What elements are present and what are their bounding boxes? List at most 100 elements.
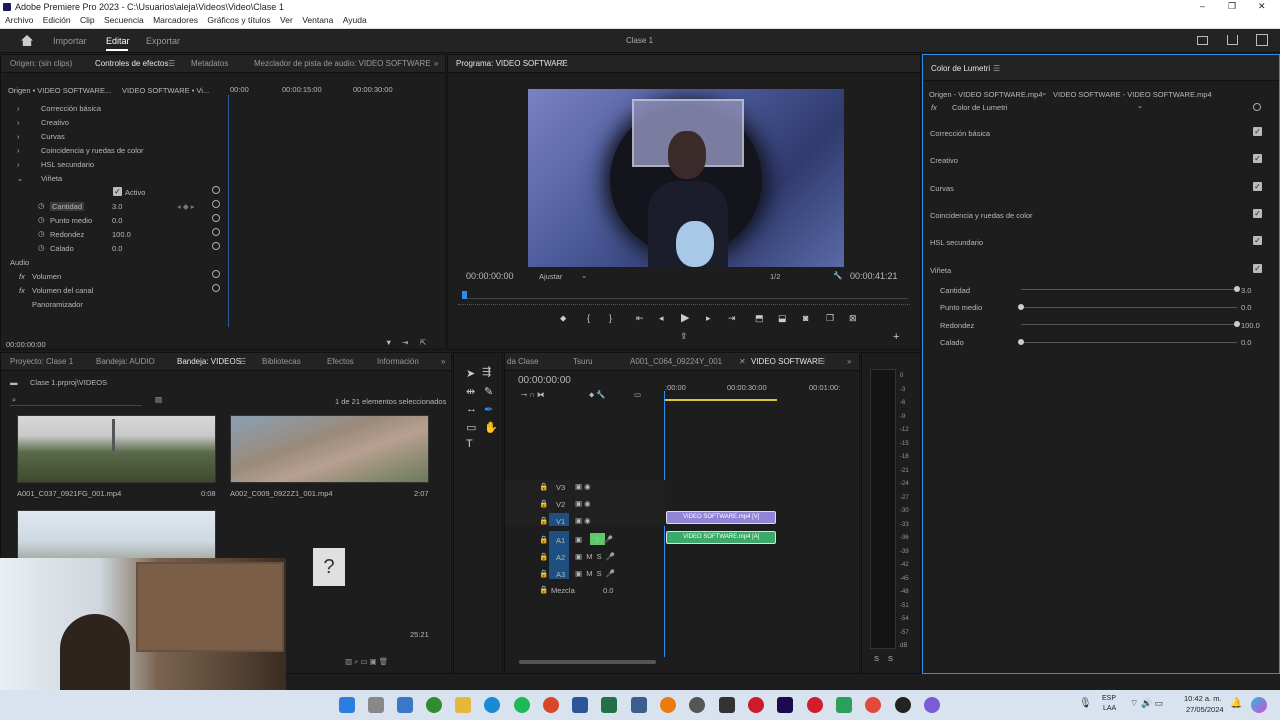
tab-bibliotecas[interactable]: Bibliotecas	[262, 357, 301, 366]
ec-section-creativo[interactable]: Creativo	[41, 118, 69, 127]
tab-mezclador[interactable]: Mezclador de pista de audio: VIDEO SOFTW…	[254, 59, 431, 68]
export-frame-icon[interactable]: ⇱	[420, 338, 426, 347]
menu-marcadores[interactable]: Marcadores	[153, 15, 198, 25]
stopwatch-icon[interactable]: ◷	[38, 229, 45, 238]
toolbar-icons[interactable]: ▥ ⌕ ▭ ▣ 🗑	[345, 657, 388, 667]
blender-icon[interactable]	[660, 697, 676, 713]
menu-edicion[interactable]: Edición	[43, 15, 71, 25]
chrome-icon[interactable]	[865, 697, 881, 713]
microphone-icon[interactable]: 🎙	[1079, 698, 1092, 709]
track-a1[interactable]: A1	[556, 536, 565, 545]
marker-tools-icon[interactable]: ⬥ 🔧	[589, 390, 606, 400]
mark-in-icon[interactable]: {	[587, 313, 590, 323]
program-video-frame[interactable]	[528, 89, 844, 267]
reset-icon[interactable]	[212, 270, 220, 278]
reset-icon[interactable]	[212, 186, 220, 194]
track-toggle-icons[interactable]: ▣ ◉	[575, 516, 591, 525]
filter-icon[interactable]: ▼	[385, 338, 392, 347]
opera-icon[interactable]	[748, 697, 764, 713]
minimize-button[interactable]: –	[1200, 1, 1205, 11]
menu-graficos[interactable]: Gráficos y títulos	[207, 15, 270, 25]
pen-icon[interactable]: ✒	[484, 403, 493, 416]
slip-icon[interactable]: ↔	[466, 403, 477, 415]
lumetri-section-creativo[interactable]: Creativo	[930, 156, 958, 165]
tab-timeline-clase[interactable]: da Clase	[507, 357, 539, 366]
slider-thumb[interactable]	[1234, 286, 1240, 292]
chevron-down-icon[interactable]: ⌄	[1137, 101, 1143, 110]
notification-icon[interactable]: 🔔	[1230, 698, 1242, 709]
audio-volumen-canal[interactable]: Volumen del canal	[32, 286, 93, 295]
maximize-button[interactable]: ❐	[1228, 1, 1236, 12]
menu-icon[interactable]: ☰	[168, 59, 175, 68]
playhead[interactable]	[462, 291, 467, 299]
activo-checkbox[interactable]: ✓	[113, 187, 122, 196]
video-clip[interactable]: VIDEO SOFTWARE.mp4 [V]	[666, 511, 776, 524]
clip-thumbnail-1[interactable]	[17, 415, 216, 483]
captions-icon[interactable]: ▭	[634, 390, 641, 399]
hand-icon[interactable]: ✋	[484, 421, 498, 434]
expand-icon[interactable]	[1256, 34, 1268, 46]
reset-icon[interactable]	[212, 200, 220, 208]
word-icon[interactable]	[572, 697, 588, 713]
copilot-icon[interactable]	[1251, 697, 1267, 713]
solo-right[interactable]: S	[888, 654, 893, 663]
ec-section-vineta[interactable]: Viñeta	[41, 174, 62, 183]
lumetri-section-correccion[interactable]: Corrección básica	[930, 129, 990, 138]
chevron-icon[interactable]: ›	[17, 104, 20, 113]
ec-section-curvas[interactable]: Curvas	[41, 132, 65, 141]
track-a2[interactable]: A2	[556, 553, 565, 562]
tab-timeline-video-software[interactable]: VIDEO SOFTWARE	[751, 357, 823, 366]
ec-section-correccion[interactable]: Corrección básica	[41, 104, 101, 113]
resolution-dropdown[interactable]: 1/2	[770, 272, 780, 281]
windows-start-icon[interactable]	[339, 697, 355, 713]
param-cantidad-value[interactable]: 3.0	[112, 202, 122, 211]
param-redondez-value[interactable]: 100.0	[112, 230, 131, 239]
track-v1[interactable]: V1	[556, 517, 565, 526]
ec-section-hsl[interactable]: HSL secundario	[41, 160, 94, 169]
snap-icon[interactable]: ⊸ ∩ ⧓	[521, 390, 544, 399]
chevron-down-icon[interactable]: ⌄	[581, 271, 587, 280]
lumetri-section-vineta[interactable]: Viñeta	[930, 266, 951, 275]
share-icon[interactable]	[1227, 35, 1238, 45]
section-checkbox[interactable]: ✓	[1253, 236, 1262, 245]
step-forward-icon[interactable]: ▸	[706, 313, 711, 324]
slider-track[interactable]	[1021, 342, 1237, 343]
tab-efectos[interactable]: Efectos	[327, 357, 354, 366]
excel-icon[interactable]	[601, 697, 617, 713]
lift-icon[interactable]: ⬒	[755, 313, 764, 324]
menu-clip[interactable]: Clip	[80, 15, 95, 25]
track-a3[interactable]: A3	[556, 570, 565, 579]
spotify-icon[interactable]	[514, 697, 530, 713]
chevron-icon[interactable]: ›	[17, 146, 20, 155]
home-icon[interactable]	[21, 35, 33, 46]
menu-secuencia[interactable]: Secuencia	[104, 15, 144, 25]
tab-informacion[interactable]: Información	[377, 357, 419, 366]
chevron-down-icon[interactable]: ⌄	[17, 174, 23, 183]
lock-icon[interactable]: 🔒	[539, 482, 548, 491]
audio-panoramizador[interactable]: Panoramizador	[32, 300, 83, 309]
lumetri-value-punto-medio[interactable]: 0.0	[1241, 303, 1251, 312]
program-title[interactable]: Programa: VIDEO SOFTWARE	[456, 59, 568, 68]
close-button[interactable]: ✕	[1258, 1, 1266, 12]
lock-icon[interactable]: 🔒	[539, 516, 548, 525]
app-icon[interactable]	[689, 697, 705, 713]
vscode-icon[interactable]	[631, 697, 647, 713]
slider-track[interactable]	[1021, 307, 1237, 308]
lumetri-value-redondez[interactable]: 100.0	[1241, 321, 1260, 330]
add-button-icon[interactable]: +	[893, 331, 899, 343]
track-v3[interactable]: V3	[556, 483, 565, 492]
safe-margins-icon[interactable]: ⊠	[849, 313, 857, 324]
menu-icon[interactable]: ☰	[818, 357, 825, 366]
extract-icon[interactable]: ⬓	[778, 313, 787, 324]
ec-timecode[interactable]: 00:00:00:00	[6, 340, 46, 349]
param-punto-medio-value[interactable]: 0.0	[112, 216, 122, 225]
reset-icon[interactable]	[212, 214, 220, 222]
slider-thumb[interactable]	[1018, 339, 1024, 345]
stopwatch-icon[interactable]: ◷	[38, 243, 45, 252]
menu-ver[interactable]: Ver	[280, 15, 293, 25]
slider-thumb[interactable]	[1234, 321, 1240, 327]
clip-thumbnail-3[interactable]	[17, 510, 216, 562]
sequence-label[interactable]: VIDEO SOFTWARE • Vi...	[122, 86, 209, 95]
ripple-edit-icon[interactable]: ⇹	[466, 385, 475, 398]
premiere-icon[interactable]	[777, 697, 793, 713]
